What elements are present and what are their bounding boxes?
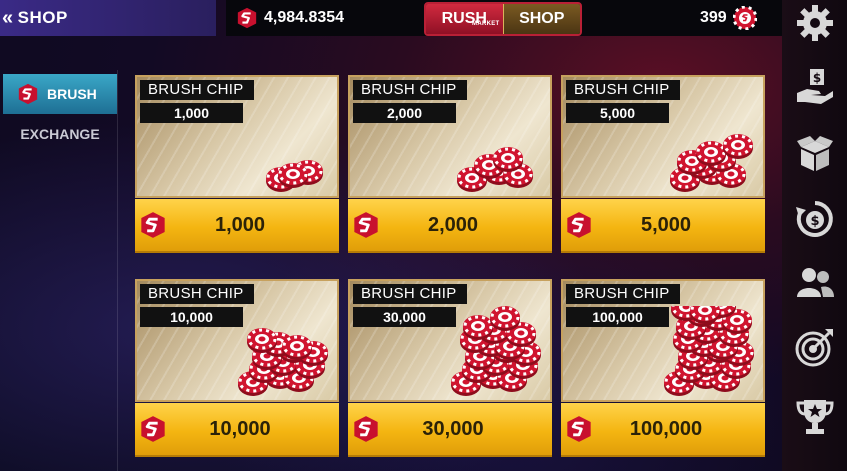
product-amount: 5,000 — [566, 103, 669, 123]
friends-icon — [797, 268, 834, 297]
product-amount: 1,000 — [140, 103, 243, 123]
tab-shop[interactable]: SHOP — [502, 4, 580, 34]
product-price: 10,000 — [209, 417, 271, 440]
product-image-panel: BRUSH CHIP 100,000 — [561, 279, 765, 402]
product-image-panel: BRUSH CHIP 10,000 — [135, 279, 339, 402]
market-tabs: RUSH MARKET SHOP — [424, 2, 582, 36]
svg-text:$: $ — [813, 71, 821, 85]
brush-logo-icon — [141, 416, 165, 442]
chip — [723, 134, 753, 159]
brush-logo-icon — [567, 416, 591, 442]
brush-logo-icon — [18, 83, 38, 105]
tab-rush-sublabel: MARKET — [472, 21, 500, 27]
gift-box-icon — [797, 136, 833, 171]
settings-button[interactable] — [794, 2, 836, 44]
settings-icon — [797, 5, 833, 41]
product-amount: 100,000 — [566, 307, 669, 327]
gift-button[interactable] — [794, 132, 836, 174]
friends-button[interactable] — [794, 262, 836, 304]
right-rail: $ $ — [782, 0, 847, 471]
product-title: BRUSH CHIP — [140, 284, 254, 304]
cash-button[interactable]: $ — [794, 66, 836, 108]
buy-button[interactable]: 30,000 — [348, 403, 552, 457]
product-image-panel: BRUSH CHIP 5,000 — [561, 75, 765, 198]
chip-stack-icon — [266, 160, 323, 192]
product-title: BRUSH CHIP — [353, 80, 467, 100]
brush-logo-icon — [354, 212, 378, 238]
leaderboard-button[interactable] — [794, 396, 836, 438]
nav-item-exchange-label: EXCHANGE — [20, 126, 100, 142]
product-image-panel: BRUSH CHIP 1,000 — [135, 75, 339, 198]
buy-button[interactable]: 100,000 — [561, 403, 765, 457]
chip-balance: 399 — [700, 6, 757, 30]
chevron-left-icon: « — [2, 6, 14, 29]
product-card[interactable]: BRUSH CHIP 2,000 2,000 — [348, 75, 552, 253]
chip-stack-icon — [457, 147, 533, 192]
nav-item-exchange[interactable]: EXCHANGE — [3, 114, 117, 154]
brush-logo-icon — [141, 212, 165, 238]
chip — [490, 306, 520, 331]
product-title: BRUSH CHIP — [566, 80, 680, 100]
product-title: BRUSH CHIP — [566, 284, 680, 304]
chip — [463, 315, 493, 340]
exchange-button[interactable]: $ — [794, 198, 836, 240]
product-amount: 10,000 — [140, 307, 243, 327]
product-price: 1,000 — [214, 213, 266, 236]
chip — [493, 147, 523, 172]
trophy-icon — [796, 400, 834, 434]
nav-item-brush-label: BRUSH — [47, 86, 97, 102]
chip — [278, 163, 308, 188]
buy-button[interactable]: 1,000 — [135, 199, 339, 253]
product-price: 2,000 — [427, 213, 479, 236]
tab-rush-market[interactable]: RUSH MARKET — [426, 4, 503, 34]
balance-value: 4,984.8354 — [264, 9, 345, 26]
product-amount: 2,000 — [353, 103, 456, 123]
cash-hand-icon: $ — [797, 69, 833, 104]
missions-button[interactable] — [794, 326, 836, 368]
chip-stack-icon — [451, 306, 541, 396]
chip-stack-icon — [238, 328, 328, 396]
nav-item-brush[interactable]: BRUSH — [3, 74, 117, 114]
category-nav: BRUSH EXCHANGE — [0, 70, 118, 471]
chip-stack-icon — [664, 306, 754, 396]
brush-logo-icon — [354, 416, 378, 442]
buy-button[interactable]: 5,000 — [561, 199, 765, 253]
page-title: SHOP — [17, 8, 68, 27]
refresh-coin-icon: $ — [796, 201, 833, 237]
product-card[interactable]: BRUSH CHIP 30,000 30,000 — [348, 279, 552, 457]
brush-logo-icon — [237, 7, 257, 29]
product-price: 5,000 — [640, 213, 692, 236]
chip-stack-icon — [670, 134, 753, 192]
tab-shop-label: SHOP — [519, 10, 565, 27]
product-card[interactable]: BRUSH CHIP 100,000 100,000 — [561, 279, 765, 457]
product-price: 30,000 — [422, 417, 484, 440]
product-card[interactable]: BRUSH CHIP 10,000 10,000 — [135, 279, 339, 457]
chip — [282, 335, 312, 360]
brush-balance: 4,984.8354 — [236, 6, 344, 30]
brush-logo-icon — [567, 212, 591, 238]
chip — [696, 141, 726, 166]
poker-chip-icon — [732, 6, 757, 30]
product-title: BRUSH CHIP — [353, 284, 467, 304]
product-image-panel: BRUSH CHIP 30,000 — [348, 279, 552, 402]
product-title: BRUSH CHIP — [140, 80, 254, 100]
product-card[interactable]: BRUSH CHIP 1,000 1,000 — [135, 75, 339, 253]
nav-divider — [117, 70, 118, 471]
product-amount: 30,000 — [353, 307, 456, 327]
product-price: 100,000 — [629, 417, 703, 440]
back-button[interactable]: « SHOP — [0, 0, 216, 36]
chip — [247, 328, 277, 353]
target-icon — [795, 329, 833, 367]
buy-button[interactable]: 2,000 — [348, 199, 552, 253]
buy-button[interactable]: 10,000 — [135, 403, 339, 457]
product-image-panel: BRUSH CHIP 2,000 — [348, 75, 552, 198]
svg-text:$: $ — [810, 214, 819, 229]
product-card[interactable]: BRUSH CHIP 5,000 5,000 — [561, 75, 765, 253]
chip-count-value: 399 — [700, 9, 727, 26]
